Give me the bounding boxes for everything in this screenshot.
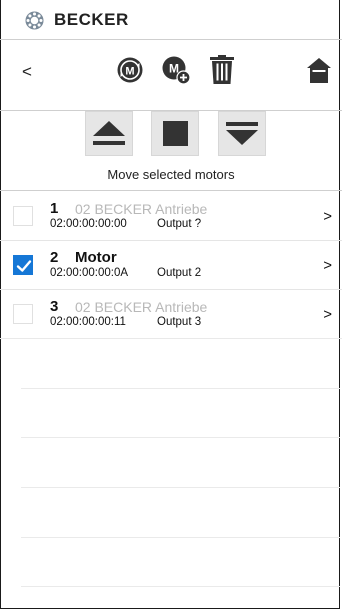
- motor-name: 02 BECKER Antriebe: [75, 299, 208, 315]
- toolbar: < M M: [0, 40, 342, 111]
- motor-row-1[interactable]: 1 02 BECKER Antriebe 02:00:00:00:00 Outp…: [0, 192, 342, 241]
- list-divider: [21, 388, 340, 389]
- stop-button[interactable]: [151, 111, 199, 156]
- motor-row-3[interactable]: 3 02 BECKER Antriebe 02:00:00:00:11 Outp…: [0, 290, 342, 339]
- list-divider: [21, 437, 340, 438]
- eject-up-icon: [93, 121, 125, 145]
- list-divider: [21, 537, 340, 538]
- move-down-icon: [226, 122, 258, 145]
- back-button[interactable]: <: [22, 62, 32, 82]
- motor-output: Output 2: [157, 267, 202, 279]
- motor-name: Motor: [75, 249, 117, 266]
- motor-checkbox-1[interactable]: [13, 206, 33, 226]
- add-motor-icon[interactable]: M: [162, 56, 191, 85]
- motor-number: 1: [50, 200, 59, 217]
- motor-detail-arrow[interactable]: >: [323, 208, 332, 225]
- motor-detail-arrow[interactable]: >: [323, 257, 332, 274]
- movement-controls: Move selected motors: [0, 111, 342, 191]
- motor-program-icon[interactable]: M: [117, 57, 143, 83]
- svg-text:M: M: [169, 62, 179, 76]
- move-selected-motors-label: Move selected motors: [107, 167, 235, 182]
- move-up-button[interactable]: [85, 111, 133, 156]
- app-header: BECKER: [0, 0, 342, 40]
- motor-number: 2: [50, 249, 59, 266]
- motor-output: Output 3: [157, 316, 202, 328]
- svg-text:M: M: [125, 66, 134, 78]
- brand-name: BECKER: [54, 10, 129, 29]
- motor-checkbox-2[interactable]: [13, 255, 33, 275]
- motor-checkbox-3[interactable]: [13, 304, 33, 324]
- motor-address: 02:00:00:00:11: [50, 316, 126, 328]
- checkmark-icon: [16, 260, 32, 272]
- motor-output: Output ?: [157, 218, 202, 230]
- home-icon[interactable]: [307, 58, 331, 83]
- trash-icon[interactable]: [209, 55, 235, 84]
- list-divider: [21, 487, 340, 488]
- motor-address: 02:00:00:00:00: [50, 218, 127, 230]
- motor-name: 02 BECKER Antriebe: [75, 201, 208, 217]
- becker-logo-icon: [25, 11, 44, 30]
- list-divider: [21, 586, 340, 587]
- stop-icon: [163, 121, 188, 146]
- move-down-button[interactable]: [218, 111, 266, 156]
- motor-address: 02:00:00:00:0A: [50, 267, 129, 279]
- motor-detail-arrow[interactable]: >: [323, 306, 332, 323]
- motor-number: 3: [50, 298, 59, 315]
- motor-row-2[interactable]: 2 Motor 02:00:00:00:0A Output 2 >: [0, 241, 342, 290]
